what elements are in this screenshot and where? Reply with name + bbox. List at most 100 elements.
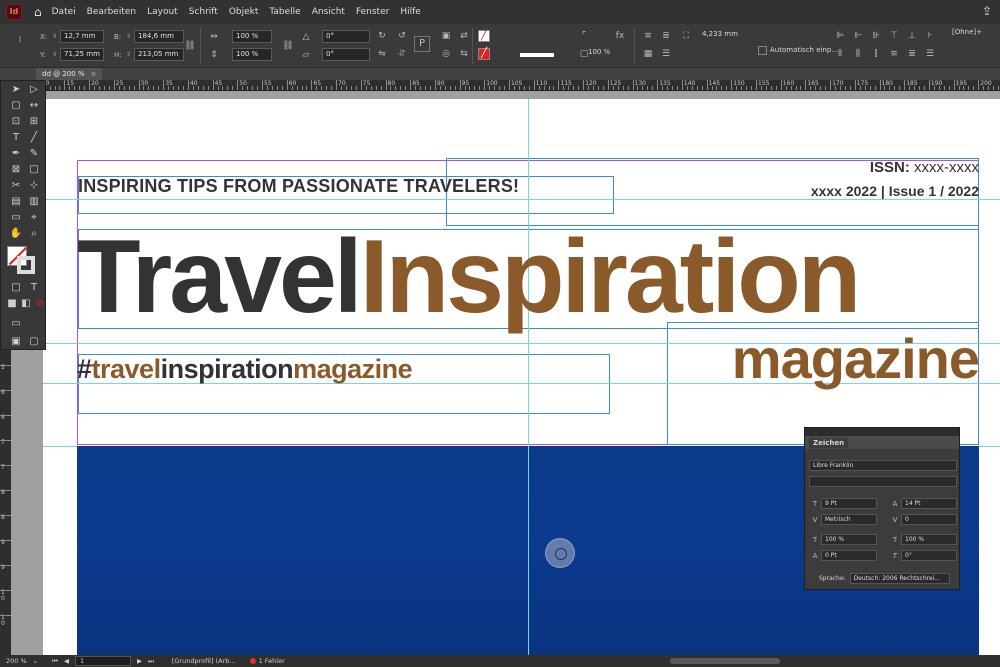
font-style-dropdown[interactable]	[809, 476, 957, 487]
gap-tool-icon[interactable]: ↔	[27, 99, 41, 113]
fit-frame-icon[interactable]: ⛶	[680, 30, 692, 42]
object-style-dropdown[interactable]: [Ohne]+	[952, 28, 994, 36]
height-field[interactable]: 213,05 mm	[134, 48, 184, 61]
hand-tool-icon[interactable]: ✋	[9, 227, 23, 241]
flip-h-icon[interactable]: ⇋	[376, 48, 388, 60]
text-wrap-box-icon[interactable]: ▦	[642, 48, 654, 60]
prev-page-icon[interactable]: ◀	[64, 657, 69, 665]
menu-ansicht[interactable]: Ansicht	[312, 7, 345, 17]
rotate-cw-icon[interactable]: ↻	[376, 30, 388, 42]
preview-mode-icon[interactable]: ▢	[27, 335, 41, 349]
content-collector-icon[interactable]: ⊡	[9, 115, 23, 129]
zoom-dropdown-icon[interactable]: ⌄	[33, 657, 38, 665]
text-wrap-shape-icon[interactable]: ≣	[660, 30, 672, 42]
panel-grip[interactable]	[805, 428, 959, 436]
rotate-ccw-icon[interactable]: ↺	[396, 30, 408, 42]
constrain-scale-icon[interactable]: ⛓	[282, 40, 294, 52]
scale-y-field[interactable]: 100 %	[232, 48, 272, 61]
scale-x-field[interactable]: 100 %	[232, 30, 272, 43]
distribute-middle-icon[interactable]: ≣	[906, 48, 918, 60]
width-spinner-icon[interactable]: ⇕	[126, 33, 134, 40]
menu-bearbeiten[interactable]: Bearbeiten	[87, 7, 136, 17]
page-tool-icon[interactable]: ▢	[9, 99, 23, 113]
constrain-link-icon[interactable]: ⛓	[184, 40, 196, 52]
x-position-field[interactable]: 12,7 mm	[60, 30, 104, 43]
scissors-tool-icon[interactable]: ✂	[9, 179, 23, 193]
menu-datei[interactable]: Datei	[52, 7, 76, 17]
select-content-icon[interactable]: ◎	[440, 48, 452, 60]
horizontal-scale-field[interactable]: 100 %	[901, 534, 957, 545]
gradient-tool-icon[interactable]: ▤	[9, 195, 23, 209]
shear-field[interactable]: 0°	[322, 48, 370, 61]
content-placer-icon[interactable]: ⊞	[27, 115, 41, 129]
preflight-profile[interactable]: [Grundprofil] (Arb...	[172, 657, 236, 665]
distribute-center-icon[interactable]: ⫼	[852, 48, 864, 60]
menu-objekt[interactable]: Objekt	[229, 7, 259, 17]
tracking-field[interactable]: 0	[901, 514, 957, 525]
corner-options-icon[interactable]: ⌜	[578, 30, 590, 42]
fill-none-swatch[interactable]: ╱	[478, 30, 490, 42]
apply-gradient-icon[interactable]: ◧	[19, 297, 33, 311]
pen-tool-icon[interactable]: ✒	[9, 147, 23, 161]
preflight-status[interactable]: 1 Fehler	[249, 657, 285, 665]
home-icon[interactable]: ⌂	[34, 5, 42, 19]
font-family-dropdown[interactable]: Libre Franklin	[809, 460, 957, 471]
direct-selection-tool-icon[interactable]: ▷	[27, 83, 41, 97]
align-right-icon[interactable]: ⊪	[870, 30, 882, 42]
select-next-icon[interactable]: ⇆	[458, 48, 470, 60]
horizontal-scrollbar[interactable]	[670, 658, 780, 664]
text-wrap-none-icon[interactable]: ≡	[642, 30, 654, 42]
auto-fit-checkbox[interactable]	[758, 46, 767, 55]
page-number-field[interactable]: 1	[74, 656, 131, 666]
stroke-swatch[interactable]	[17, 256, 35, 274]
distribute-bottom-icon[interactable]: ☰	[924, 48, 936, 60]
leading-field[interactable]: 14 Pt	[901, 498, 957, 509]
zoom-tool-icon[interactable]: ⌕	[27, 227, 41, 241]
kerning-field[interactable]: Metrisch	[821, 514, 877, 525]
menu-schrift[interactable]: Schrift	[189, 7, 218, 17]
select-container-icon[interactable]: ▣	[440, 30, 452, 42]
formatting-container-icon[interactable]: □	[9, 281, 23, 295]
guide-horizontal[interactable]	[43, 199, 1000, 200]
align-bottom-icon[interactable]: ⊦	[924, 30, 936, 42]
type-tool-icon[interactable]: T	[9, 131, 23, 145]
distribute-right-icon[interactable]: ⫿	[870, 48, 882, 60]
stroke-none-swatch[interactable]: ╱	[478, 48, 490, 60]
note-tool-icon[interactable]: ▭	[9, 211, 23, 225]
menu-fenster[interactable]: Fenster	[356, 7, 389, 17]
skew-field[interactable]: 0°	[901, 550, 957, 561]
eyedropper-tool-icon[interactable]: ⌖	[27, 211, 41, 225]
fill-stroke-swatches[interactable]	[7, 246, 35, 274]
select-prev-icon[interactable]: ⇄	[458, 30, 470, 42]
free-transform-tool-icon[interactable]: ⊹	[27, 179, 41, 193]
y-position-field[interactable]: 71,25 mm	[60, 48, 104, 61]
paragraph-icon[interactable]: P	[414, 36, 430, 52]
distribute-top-icon[interactable]: ≡	[888, 48, 900, 60]
align-center-icon[interactable]: ⊩	[852, 30, 864, 42]
menu-layout[interactable]: Layout	[147, 7, 178, 17]
apply-none-icon[interactable]: ⊘	[33, 297, 47, 311]
guide-vertical[interactable]	[528, 446, 529, 655]
first-page-icon[interactable]: ⏮	[52, 657, 58, 666]
opacity-field[interactable]: 100 %	[588, 48, 624, 56]
distribute-left-icon[interactable]: ⫴	[834, 48, 846, 60]
apply-color-icon[interactable]: ■	[5, 297, 19, 311]
rectangle-frame-tool-icon[interactable]: ⊠	[9, 163, 23, 177]
close-tab-icon[interactable]: ×	[91, 70, 97, 78]
screen-mode-icon[interactable]: ▣	[9, 335, 23, 349]
content-grabber-icon[interactable]	[545, 538, 575, 568]
align-top-icon[interactable]: ⊤	[888, 30, 900, 42]
menu-hilfe[interactable]: Hilfe	[400, 7, 420, 17]
vertical-scale-field[interactable]: 100 %	[821, 534, 877, 545]
rotate-field[interactable]: 0°	[322, 30, 370, 43]
flip-v-icon[interactable]: ⥯	[396, 48, 408, 60]
reference-point-icon[interactable]: ⁞	[14, 34, 26, 46]
text-wrap-jump-icon[interactable]: ☰	[660, 48, 672, 60]
view-mode-icon[interactable]: ▭	[9, 317, 23, 331]
next-page-icon[interactable]: ▶	[137, 657, 142, 665]
width-field[interactable]: 184,6 mm	[134, 30, 184, 43]
line-tool-icon[interactable]: ╱	[27, 131, 41, 145]
pencil-tool-icon[interactable]: ✎	[27, 147, 41, 161]
height-spinner-icon[interactable]: ⇕	[126, 51, 134, 58]
fx-icon[interactable]: fx	[614, 30, 626, 42]
